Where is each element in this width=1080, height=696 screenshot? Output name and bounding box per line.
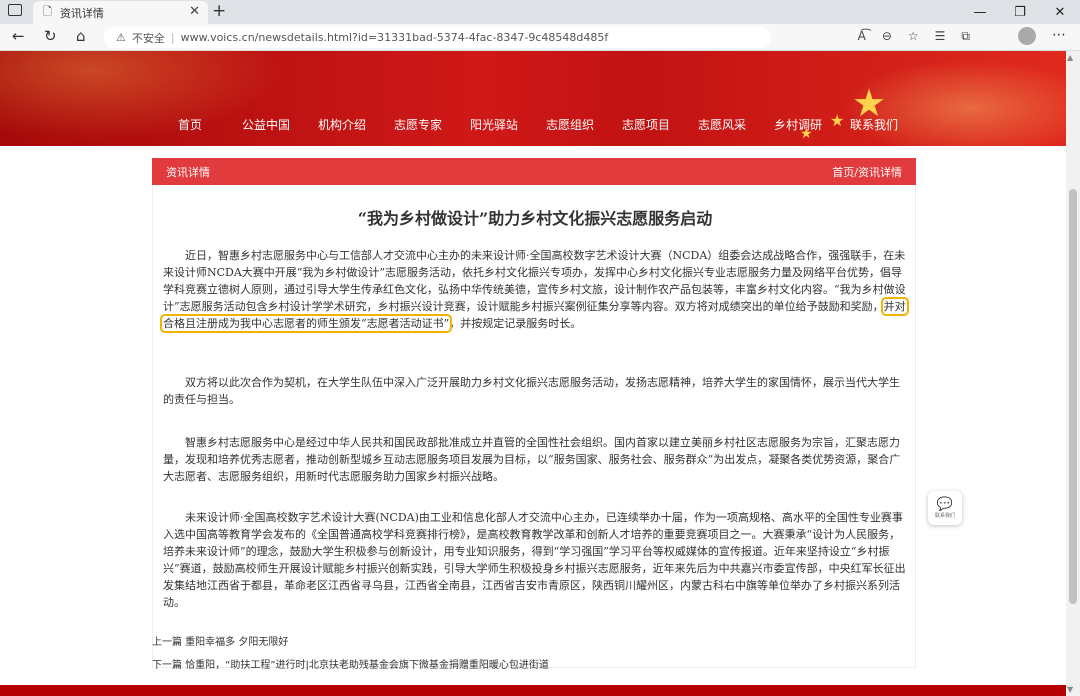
favorites-icon[interactable]: ☰ <box>935 29 946 44</box>
paragraph-text: ，并按规定记录服务时长。 <box>449 317 582 330</box>
window-close-icon[interactable]: ✕ <box>1040 0 1080 24</box>
nav-home[interactable]: 首页 <box>152 116 228 133</box>
warning-icon: ⚠ <box>116 31 126 44</box>
nav-showcase[interactable]: 志愿风采 <box>684 116 760 133</box>
nav-research[interactable]: 乡村调研 <box>760 116 836 133</box>
article-paragraph-1: 近日，智惠乡村志愿服务中心与工信部人才交流中心主办的未来设计师·全国高校数字艺术… <box>160 247 909 333</box>
article-title: “我为乡村做设计”助力乡村文化振兴志愿服务启动 <box>357 209 713 228</box>
article-paragraph-4: 未来设计师·全国高校数字艺术设计大赛(NCDA)由工业和信息化部人才交流中心主办… <box>163 511 906 609</box>
nav-contact[interactable]: 联系我们 <box>836 116 912 133</box>
scroll-up-icon[interactable]: ▲ <box>1067 53 1073 62</box>
nav-projects[interactable]: 志愿项目 <box>608 116 684 133</box>
tab-bar: 🗋 资讯详情 ✕ + — ❐ ✕ <box>0 0 1080 24</box>
scroll-thumb[interactable] <box>1069 189 1077 604</box>
browser-window: 🗋 资讯详情 ✕ + — ❐ ✕ ← ↻ ⌂ ⚠ 不安全 | www.voics… <box>0 0 1080 696</box>
nav-organizations[interactable]: 志愿组织 <box>532 116 608 133</box>
address-bar[interactable]: ⚠ 不安全 | www.voics.cn/newsdetails.html?id… <box>104 27 771 48</box>
prev-article-link[interactable]: 上一篇 重阳幸福多 夕阳无限好 <box>152 633 288 648</box>
browser-tab[interactable]: 🗋 资讯详情 ✕ <box>33 1 208 24</box>
article-paragraph-3: 智惠乡村志愿服务中心是经过中华人民共和国民政部批准成立并直管的全国性社会组织。国… <box>163 436 901 483</box>
toolbar-icons: A͡ ⊖ ☆ ☰ ⧉ <box>858 29 970 44</box>
new-tab-button[interactable]: + <box>212 1 226 21</box>
maximize-icon[interactable]: ❐ <box>1000 0 1040 24</box>
favorite-icon[interactable]: ☆ <box>908 29 919 44</box>
profile-avatar[interactable] <box>1018 27 1036 45</box>
feedback-label: 联系我们 <box>934 513 955 519</box>
minimize-icon[interactable]: — <box>960 0 1000 24</box>
feedback-button[interactable]: 💬 联系我们 <box>928 491 962 525</box>
article-paragraph-2: 双方将以此次合作为契机，在大学生队伍中深入广泛开展助力乡村文化振兴志愿服务活动，… <box>163 376 900 406</box>
address-bar-row: ← ↻ ⌂ ⚠ 不安全 | www.voics.cn/newsdetails.h… <box>0 24 1080 51</box>
more-icon[interactable]: ⋯ <box>1052 27 1066 43</box>
paragraph-text: 近日，智惠乡村志愿服务中心与工信部人才交流中心主办的未来设计师·全国高校数字艺术… <box>163 249 906 313</box>
refresh-icon[interactable]: ↻ <box>44 27 57 45</box>
zoom-icon[interactable]: ⊖ <box>882 29 892 44</box>
section-title: 资讯详情 <box>166 165 210 179</box>
read-aloud-icon[interactable]: A͡ <box>858 29 866 44</box>
breadcrumb[interactable]: 首页/资讯详情 <box>832 164 902 180</box>
next-article-link[interactable]: 下一篇 恰重阳，“助扶工程”进行时|北京扶老助残基金会旗下微基金捐赠重阳暖心包进… <box>152 656 549 671</box>
article: “我为乡村做设计”助力乡村文化振兴志愿服务启动 近日，智惠乡村志愿服务中心与工信… <box>152 185 916 668</box>
sidebar-toggle-icon[interactable] <box>8 4 22 16</box>
nav-public-welfare[interactable]: 公益中国 <box>228 116 304 133</box>
close-tab-icon[interactable]: ✕ <box>189 4 200 19</box>
content-area: 资讯详情 首页/资讯详情 “我为乡村做设计”助力乡村文化振兴志愿服务启动 近日，… <box>152 158 916 696</box>
nav-about[interactable]: 机构介绍 <box>304 116 380 133</box>
scroll-down-icon[interactable]: ▼ <box>1067 685 1073 694</box>
page-viewport: ★ ★ ★ 首页 公益中国 机构介绍 志愿专家 阳光驿站 志愿组织 志愿项目 志… <box>0 51 1066 696</box>
scrollbar[interactable]: ▲ ▼ <box>1066 51 1080 696</box>
section-header: 资讯详情 首页/资讯详情 <box>152 158 916 185</box>
chat-icon: 💬 <box>936 497 954 512</box>
security-label: 不安全 <box>131 31 165 45</box>
home-icon[interactable]: ⌂ <box>76 27 86 45</box>
collections-icon[interactable]: ⧉ <box>961 29 970 44</box>
footer-bar <box>0 685 1066 696</box>
page-icon: 🗋 <box>43 5 52 18</box>
url-text: www.voics.cn/newsdetails.html?id=31331ba… <box>180 31 609 44</box>
nav-experts[interactable]: 志愿专家 <box>380 116 456 133</box>
nav-sunshine[interactable]: 阳光驿站 <box>456 116 532 133</box>
main-nav: 首页 公益中国 机构介绍 志愿专家 阳光驿站 志愿组织 志愿项目 志愿风采 乡村… <box>152 110 916 138</box>
back-icon[interactable]: ← <box>12 27 25 45</box>
tab-title: 资讯详情 <box>59 6 104 20</box>
